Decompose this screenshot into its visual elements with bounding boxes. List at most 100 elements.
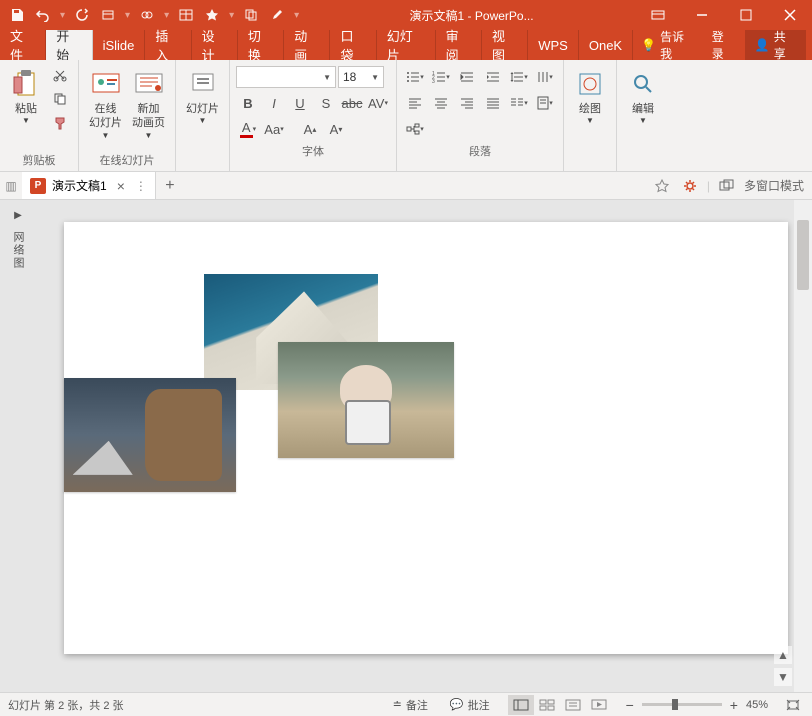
document-tab[interactable]: P 演示文稿1 × ⋮	[22, 172, 156, 199]
tab-islide[interactable]: iSlide	[93, 30, 146, 60]
align-right-button[interactable]	[455, 92, 479, 114]
numbering-button[interactable]: 123▾	[429, 66, 453, 88]
paste-button[interactable]: 粘贴▼	[6, 64, 46, 129]
qat-star-icon[interactable]	[201, 4, 223, 26]
cut-button[interactable]	[48, 64, 72, 86]
multiwindow-icon[interactable]	[716, 175, 738, 197]
tab-wps[interactable]: WPS	[528, 30, 579, 60]
redo-icon[interactable]	[71, 4, 93, 26]
columns-button[interactable]: ▾	[507, 92, 531, 114]
drawing-icon	[574, 68, 606, 100]
text-direction-button[interactable]: ▾	[533, 66, 557, 88]
paste-icon	[10, 68, 42, 100]
indent-inc-button[interactable]	[481, 66, 505, 88]
slides-button[interactable]: 幻灯片▼	[182, 64, 223, 129]
qat-brush-icon[interactable]	[266, 4, 288, 26]
tell-me-button[interactable]: 💡告诉我	[633, 30, 702, 60]
doc-list-icon[interactable]: ▥	[0, 179, 22, 193]
change-case-button[interactable]: Aa▾	[262, 118, 286, 140]
tab-home[interactable]: 开始	[46, 30, 92, 60]
tab-review[interactable]: 审阅	[436, 30, 482, 60]
align-center-button[interactable]	[429, 92, 453, 114]
tab-file[interactable]: 文件	[0, 30, 46, 60]
tab-slide[interactable]: 幻灯片	[377, 30, 436, 60]
tab-menu-icon[interactable]: ⋮	[135, 179, 147, 193]
underline-button[interactable]: U	[288, 92, 312, 114]
font-name-combo[interactable]: ▼	[236, 66, 336, 88]
minimize-button[interactable]	[680, 0, 724, 30]
justify-button[interactable]	[481, 92, 505, 114]
strike-button[interactable]: abc	[340, 92, 364, 114]
ribbon-tabs: 文件 开始 iSlide 插入 设计 切换 动画 口袋 幻灯片 审阅 视图 WP…	[0, 30, 812, 60]
online-slides-button[interactable]: 在线 幻灯片▼	[85, 64, 126, 143]
prev-slide-button[interactable]: ▲	[774, 646, 792, 664]
drawing-button[interactable]: 绘图▼	[570, 64, 610, 129]
shadow-button[interactable]: S	[314, 92, 338, 114]
next-slide-button[interactable]: ▼	[774, 668, 792, 686]
slideshow-view-button[interactable]	[586, 695, 612, 715]
tab-design[interactable]: 设计	[192, 30, 238, 60]
slide-canvas-area[interactable]: ▲ ▼	[36, 200, 794, 692]
save-icon[interactable]	[6, 4, 28, 26]
slide[interactable]	[64, 222, 788, 654]
zoom-in-button[interactable]: +	[730, 697, 738, 713]
qat-link-icon[interactable]	[136, 4, 158, 26]
reading-view-button[interactable]	[560, 695, 586, 715]
grow-font-button[interactable]: A▴	[298, 118, 322, 140]
editing-button[interactable]: 编辑▼	[623, 64, 663, 129]
inserted-image-3[interactable]	[64, 378, 236, 492]
left-panel-label: 网络图	[10, 231, 26, 270]
tab-insert[interactable]: 插入	[145, 30, 191, 60]
new-anim-page-button[interactable]: 新加 动画页▼	[128, 64, 169, 143]
chevron-down-icon: ▼	[319, 73, 331, 82]
close-tab-button[interactable]: ×	[113, 178, 129, 194]
qat-table-icon[interactable]	[175, 4, 197, 26]
qat-item-1[interactable]	[97, 4, 119, 26]
shrink-font-button[interactable]: A▾	[324, 118, 348, 140]
maximize-button[interactable]	[724, 0, 768, 30]
star-icon[interactable]	[651, 175, 673, 197]
line-spacing-button[interactable]: ▾	[507, 66, 531, 88]
zoom-slider[interactable]	[642, 703, 722, 706]
tab-transition[interactable]: 切换	[238, 30, 284, 60]
font-color-button[interactable]: A▾	[236, 118, 260, 140]
login-button[interactable]: 登录	[704, 30, 743, 60]
tab-view[interactable]: 视图	[482, 30, 528, 60]
multiwindow-label[interactable]: 多窗口模式	[744, 177, 804, 194]
smartart-button[interactable]: ▾	[403, 118, 427, 140]
share-button[interactable]: 👤共享	[745, 30, 806, 60]
align-left-button[interactable]	[403, 92, 427, 114]
inserted-image-2[interactable]	[278, 342, 454, 458]
tab-onek[interactable]: OneK	[579, 30, 633, 60]
zoom-out-button[interactable]: −	[626, 697, 634, 713]
expand-panel-button[interactable]: ▶	[14, 210, 22, 221]
tab-animation[interactable]: 动画	[284, 30, 330, 60]
font-size-combo[interactable]: 18▼	[338, 66, 384, 88]
ribbon-options-icon[interactable]	[636, 0, 680, 30]
bold-button[interactable]: B	[236, 92, 260, 114]
zoom-slider-thumb[interactable]	[672, 699, 678, 710]
gear-icon[interactable]	[679, 175, 701, 197]
close-button[interactable]	[768, 0, 812, 30]
scrollbar-thumb[interactable]	[797, 220, 809, 290]
comments-button[interactable]: 💬批注	[446, 697, 494, 713]
tab-pocket[interactable]: 口袋	[330, 30, 376, 60]
bullets-button[interactable]: ▾	[403, 66, 427, 88]
zoom-percent[interactable]: 45%	[746, 699, 768, 711]
fit-window-button[interactable]	[782, 699, 804, 711]
slide-counter: 幻灯片 第 2 张，共 2 张	[8, 697, 124, 713]
vertical-scrollbar[interactable]	[794, 200, 812, 692]
copy-button[interactable]	[48, 88, 72, 110]
powerpoint-icon: P	[30, 178, 46, 194]
char-spacing-button[interactable]: AV▾	[366, 92, 390, 114]
indent-dec-button[interactable]	[455, 66, 479, 88]
new-tab-button[interactable]: +	[156, 177, 184, 195]
italic-button[interactable]: I	[262, 92, 286, 114]
notes-button[interactable]: ≐备注	[389, 697, 432, 713]
normal-view-button[interactable]	[508, 695, 534, 715]
qat-copy-icon[interactable]	[240, 4, 262, 26]
align-text-button[interactable]: ▾	[533, 92, 557, 114]
sorter-view-button[interactable]	[534, 695, 560, 715]
undo-icon[interactable]	[32, 4, 54, 26]
format-painter-button[interactable]	[48, 112, 72, 134]
